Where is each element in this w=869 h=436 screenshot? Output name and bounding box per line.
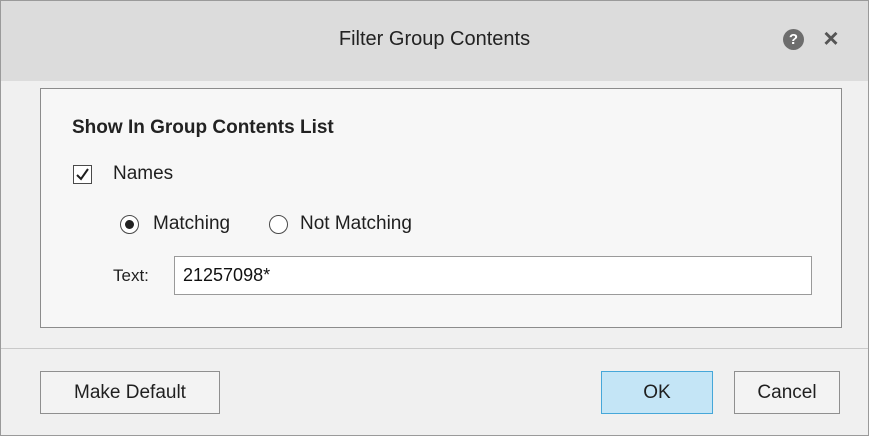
names-checkbox[interactable] — [73, 165, 92, 184]
group-header: Show In Group Contents List — [72, 117, 334, 138]
not-matching-radio[interactable] — [269, 215, 288, 234]
filter-group-contents-dialog: Filter Group Contents ? × Show In Group … — [0, 0, 869, 436]
cancel-button[interactable]: Cancel — [734, 371, 840, 414]
ok-button[interactable]: OK — [601, 371, 713, 414]
dialog-title: Filter Group Contents — [338, 28, 531, 50]
not-matching-label[interactable]: Not Matching — [300, 213, 412, 235]
names-label[interactable]: Names — [113, 163, 173, 185]
text-filter-input[interactable] — [174, 256, 812, 295]
radio-selected-dot — [125, 220, 134, 229]
help-icon[interactable]: ? — [783, 29, 804, 50]
matching-label[interactable]: Matching — [153, 213, 230, 235]
title-bar: Filter Group Contents ? × — [1, 1, 868, 81]
text-label: Text: — [113, 266, 149, 285]
matching-radio[interactable] — [120, 215, 139, 234]
footer-divider — [1, 348, 868, 349]
make-default-button[interactable]: Make Default — [40, 371, 220, 414]
group-contents-filter-box: Show In Group Contents List Names Matchi… — [40, 88, 842, 328]
close-icon[interactable]: × — [819, 25, 843, 51]
checkmark-icon — [76, 168, 89, 181]
